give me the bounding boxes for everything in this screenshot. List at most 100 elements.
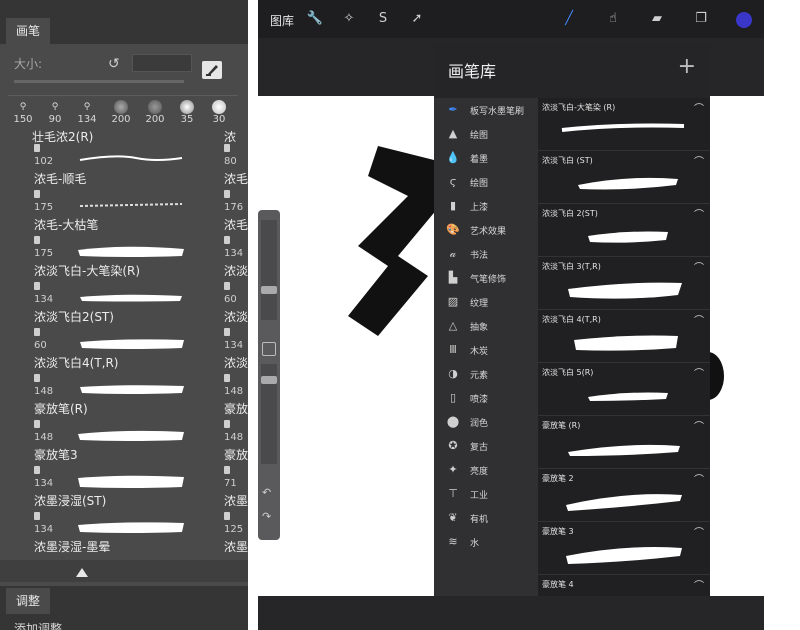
list-item[interactable]: 148 豪放 bbox=[224, 418, 248, 464]
list-item[interactable]: 80 浓毛 bbox=[224, 142, 248, 188]
category-item[interactable]: 💧 着墨 bbox=[442, 148, 542, 170]
layers-icon[interactable]: ❐ bbox=[692, 10, 710, 28]
preset-brush[interactable]: 200 bbox=[106, 98, 136, 128]
category-label: 着墨 bbox=[470, 155, 489, 165]
undo-icon[interactable]: ↶ bbox=[262, 486, 271, 499]
brush-item[interactable]: 浓淡飞白 (ST) ⌒ bbox=[538, 151, 710, 204]
brush-item[interactable]: 豪放笔 3 ⌒ bbox=[538, 522, 710, 575]
brush-settings-icon[interactable] bbox=[202, 61, 222, 79]
tab-brush[interactable]: 画笔 bbox=[6, 18, 50, 44]
color-swatch[interactable] bbox=[736, 12, 752, 28]
category-item[interactable]: ▙ 气笔修饰 bbox=[442, 268, 542, 290]
category-item[interactable]: △ 抽象 bbox=[442, 316, 542, 338]
category-item[interactable]: ϛ 绘图 bbox=[442, 172, 542, 194]
category-item[interactable]: ▨ 纹理 bbox=[442, 292, 542, 314]
category-item[interactable]: ▯ 喷漆 bbox=[442, 388, 542, 410]
list-item[interactable]: 134 浓淡 bbox=[224, 326, 248, 372]
list-item[interactable]: 175 浓淡飞白-大笔染(R) bbox=[32, 234, 222, 280]
list-item[interactable]: 125 浓墨 bbox=[224, 510, 248, 556]
category-label: 润色 bbox=[470, 419, 489, 429]
list-item[interactable]: 134 浓淡飞白2(ST) bbox=[32, 280, 222, 326]
brush-stroke-preview bbox=[588, 392, 668, 401]
list-item[interactable]: 148 豪放 bbox=[224, 372, 248, 418]
brush-name: 豪放 bbox=[224, 402, 248, 416]
scroll-thumb[interactable] bbox=[76, 568, 88, 577]
category-item[interactable]: ▮ 上漆 bbox=[442, 196, 542, 218]
list-item[interactable]: 134 浓墨浸湿(ST) bbox=[32, 464, 222, 510]
brush-item[interactable]: 浓淡飞白 2(ST) ⌒ bbox=[538, 204, 710, 257]
magic-wand-icon[interactable]: ✧ bbox=[340, 10, 358, 28]
list-item[interactable]: 60 浓淡 bbox=[224, 280, 248, 326]
category-item[interactable]: ❦ 有机 bbox=[442, 508, 542, 530]
brush-item[interactable]: 浓淡飞白 5(R) ⌒ bbox=[538, 363, 710, 416]
preset-brush[interactable]: ⚲ 150 bbox=[8, 98, 38, 128]
brush-size: 134 bbox=[34, 524, 54, 535]
modify-button[interactable] bbox=[262, 342, 276, 356]
tab-adjustments[interactable]: 调整 bbox=[6, 588, 50, 614]
texture-icon: ▨ bbox=[447, 295, 459, 308]
category-item[interactable]: ▲ 绘图 bbox=[442, 124, 542, 146]
reset-icon[interactable]: ↺ bbox=[108, 56, 120, 72]
elements-icon: ◑ bbox=[448, 367, 458, 380]
list-item[interactable]: 175 浓毛-大枯笔 bbox=[32, 188, 222, 234]
category-item[interactable]: ✒ 板写水墨笔刷 bbox=[442, 100, 542, 122]
gallery-button[interactable]: 图库 bbox=[270, 12, 294, 29]
transform-icon[interactable]: ➚ bbox=[408, 10, 426, 28]
category-item[interactable]: ⊤ 工业 bbox=[442, 484, 542, 506]
list-item[interactable]: 71 浓墨 bbox=[224, 464, 248, 510]
category-item[interactable]: Ⅲ 木炭 bbox=[442, 340, 542, 362]
preset-brush[interactable]: 30 bbox=[204, 98, 234, 128]
category-label: 艺术效果 bbox=[470, 227, 507, 237]
brush-size-slider[interactable] bbox=[261, 220, 277, 320]
list-item[interactable]: 134 浓墨浸湿-墨晕 bbox=[32, 510, 222, 556]
list-item[interactable]: 134 浓淡 bbox=[224, 234, 248, 280]
list-item[interactable]: 148 豪放笔(R) bbox=[32, 372, 222, 418]
brush-size: 80 bbox=[224, 156, 237, 167]
brush-item[interactable]: 豪放笔 2 ⌒ bbox=[538, 469, 710, 522]
brush-tip-icon bbox=[148, 100, 162, 114]
brush-category-list: ✒ 板写水墨笔刷 ▲ 绘图 💧 着墨 ϛ 绘图 ▮ 上漆 🎨 艺术效果 𝒶 书法 ▙ 气笔修饰 … bbox=[434, 98, 538, 630]
add-brush-icon[interactable]: + bbox=[678, 54, 696, 79]
brush-item[interactable]: 豪放笔 (R) ⌒ bbox=[538, 416, 710, 469]
brush-stroke-preview bbox=[566, 494, 682, 511]
brush-tip-icon: ⚲ bbox=[83, 102, 91, 112]
category-item[interactable]: 𝒶 书法 bbox=[442, 244, 542, 266]
category-item[interactable]: ✦ 亮度 bbox=[442, 460, 542, 482]
category-label: 工业 bbox=[470, 491, 489, 501]
category-item[interactable]: 🎨 艺术效果 bbox=[442, 220, 542, 242]
brush-item[interactable]: 浓淡飞白 3(T,R) ⌒ bbox=[538, 257, 710, 310]
brush-item[interactable]: 浓淡飞白-大笔染 (R) ⌒ bbox=[538, 98, 710, 151]
brush-size-knob[interactable] bbox=[261, 286, 277, 294]
curl-icon: ⌒ bbox=[694, 263, 704, 274]
category-item[interactable]: ◑ 元素 bbox=[442, 364, 542, 386]
list-item[interactable]: 148 豪放笔3 bbox=[32, 418, 222, 464]
category-item[interactable]: ⬤ 润色 bbox=[442, 412, 542, 434]
redo-icon[interactable]: ↷ bbox=[262, 510, 271, 523]
brush-icon[interactable]: ╱ bbox=[560, 10, 578, 28]
category-item[interactable]: ≋ 水 bbox=[442, 532, 542, 554]
wrench-icon[interactable]: 🔧 bbox=[306, 10, 324, 28]
brush-size: 175 bbox=[34, 248, 54, 259]
preset-brush[interactable]: 35 bbox=[172, 98, 202, 128]
selection-icon[interactable]: S bbox=[374, 10, 392, 28]
preset-brush[interactable]: 200 bbox=[140, 98, 170, 128]
brush-size: 148 bbox=[224, 386, 244, 397]
list-item[interactable]: 60 浓淡飞白4(T,R) bbox=[32, 326, 222, 372]
smudge-icon[interactable]: ☝ bbox=[604, 10, 622, 28]
size-label: 大小: bbox=[14, 57, 43, 71]
category-item[interactable]: ✪ 复古 bbox=[442, 436, 542, 458]
opacity-knob[interactable] bbox=[261, 376, 277, 384]
brush-size: 102 bbox=[34, 156, 54, 167]
list-item[interactable]: 176 浓毛 bbox=[224, 188, 248, 234]
list-item[interactable]: 102 浓毛-顺毛 bbox=[32, 142, 222, 188]
water-icon: ≋ bbox=[448, 535, 458, 548]
scrollbar-horizontal[interactable] bbox=[0, 560, 248, 582]
brush-item[interactable]: 浓淡飞白 4(T,R) ⌒ bbox=[538, 310, 710, 363]
category-label: 有机 bbox=[470, 515, 489, 525]
size-input[interactable] bbox=[132, 54, 192, 72]
preset-brush[interactable]: ⚲ 134 bbox=[72, 98, 102, 128]
preset-brush[interactable]: ⚲ 90 bbox=[40, 98, 70, 128]
bottom-bar bbox=[258, 596, 764, 630]
size-slider[interactable] bbox=[14, 80, 184, 83]
eraser-icon[interactable]: ▰ bbox=[648, 10, 666, 28]
